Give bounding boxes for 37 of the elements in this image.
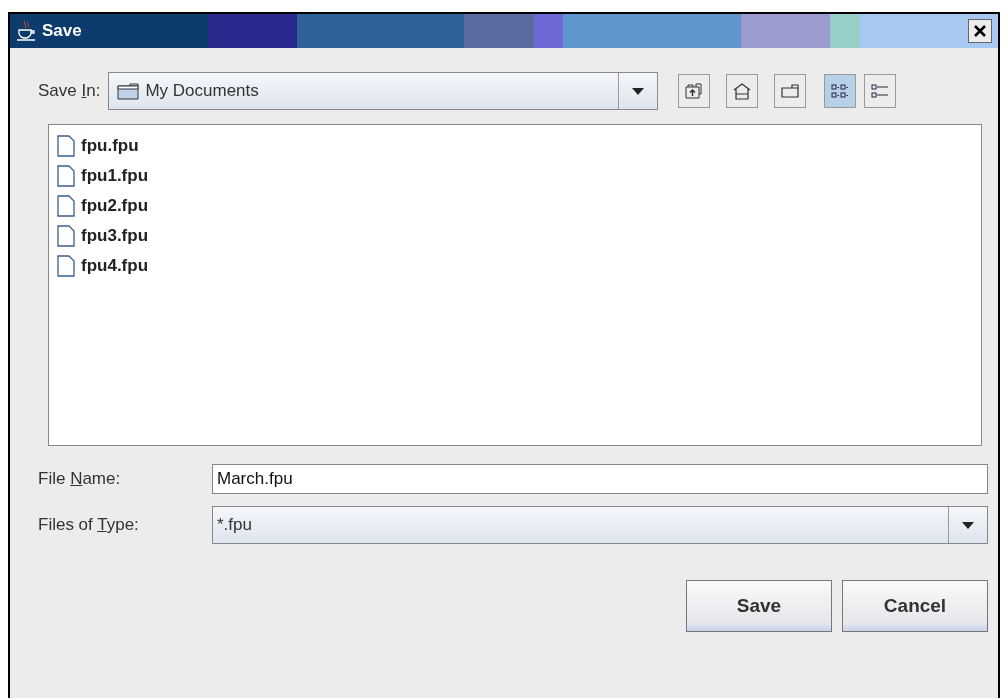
selected-folder: My Documents xyxy=(145,81,259,101)
close-button[interactable] xyxy=(968,19,992,43)
file-icon xyxy=(57,135,75,157)
coffee-cup-icon xyxy=(16,20,36,42)
file-type-dropdown[interactable]: *.fpu xyxy=(212,506,988,544)
folder-icon xyxy=(781,84,800,98)
file-icon xyxy=(57,165,75,187)
home-icon xyxy=(733,82,752,100)
details-view-button[interactable] xyxy=(864,74,897,108)
file-item[interactable]: fpu2.fpu xyxy=(57,195,973,217)
file-type-label: Files of Type: xyxy=(38,515,140,535)
file-icon xyxy=(57,195,75,217)
cancel-button[interactable]: Cancel xyxy=(842,580,988,632)
folder-icon xyxy=(117,82,140,100)
caret-icon xyxy=(632,87,645,95)
list-view-icon xyxy=(871,83,890,99)
file-item[interactable]: fpu1.fpu xyxy=(57,165,973,187)
file-name-label: File Name: xyxy=(38,469,122,489)
caret-icon xyxy=(962,521,974,529)
save-button[interactable]: Save xyxy=(686,580,832,632)
save-in-label: Save In: xyxy=(38,81,101,101)
file-item[interactable]: fpu.fpu xyxy=(57,135,973,157)
file-icon xyxy=(57,255,75,277)
save-in-dropdown[interactable]: My Documents xyxy=(108,72,659,110)
folder-up-icon xyxy=(685,83,704,99)
new-folder-button[interactable] xyxy=(774,74,807,108)
file-name-field[interactable]: March.fpu xyxy=(212,464,988,494)
close-icon xyxy=(973,24,987,38)
window-title: Save xyxy=(42,21,83,41)
file-item[interactable]: fpu3.fpu xyxy=(57,225,973,247)
file-item[interactable]: fpu4.fpu xyxy=(57,255,973,277)
grid-view-icon xyxy=(831,83,850,99)
list-view-button[interactable] xyxy=(824,74,857,108)
selected-file-type: *.fpu xyxy=(217,515,252,535)
home-button[interactable] xyxy=(726,74,759,108)
up-folder-button[interactable] xyxy=(678,74,711,108)
file-icon xyxy=(57,225,75,247)
